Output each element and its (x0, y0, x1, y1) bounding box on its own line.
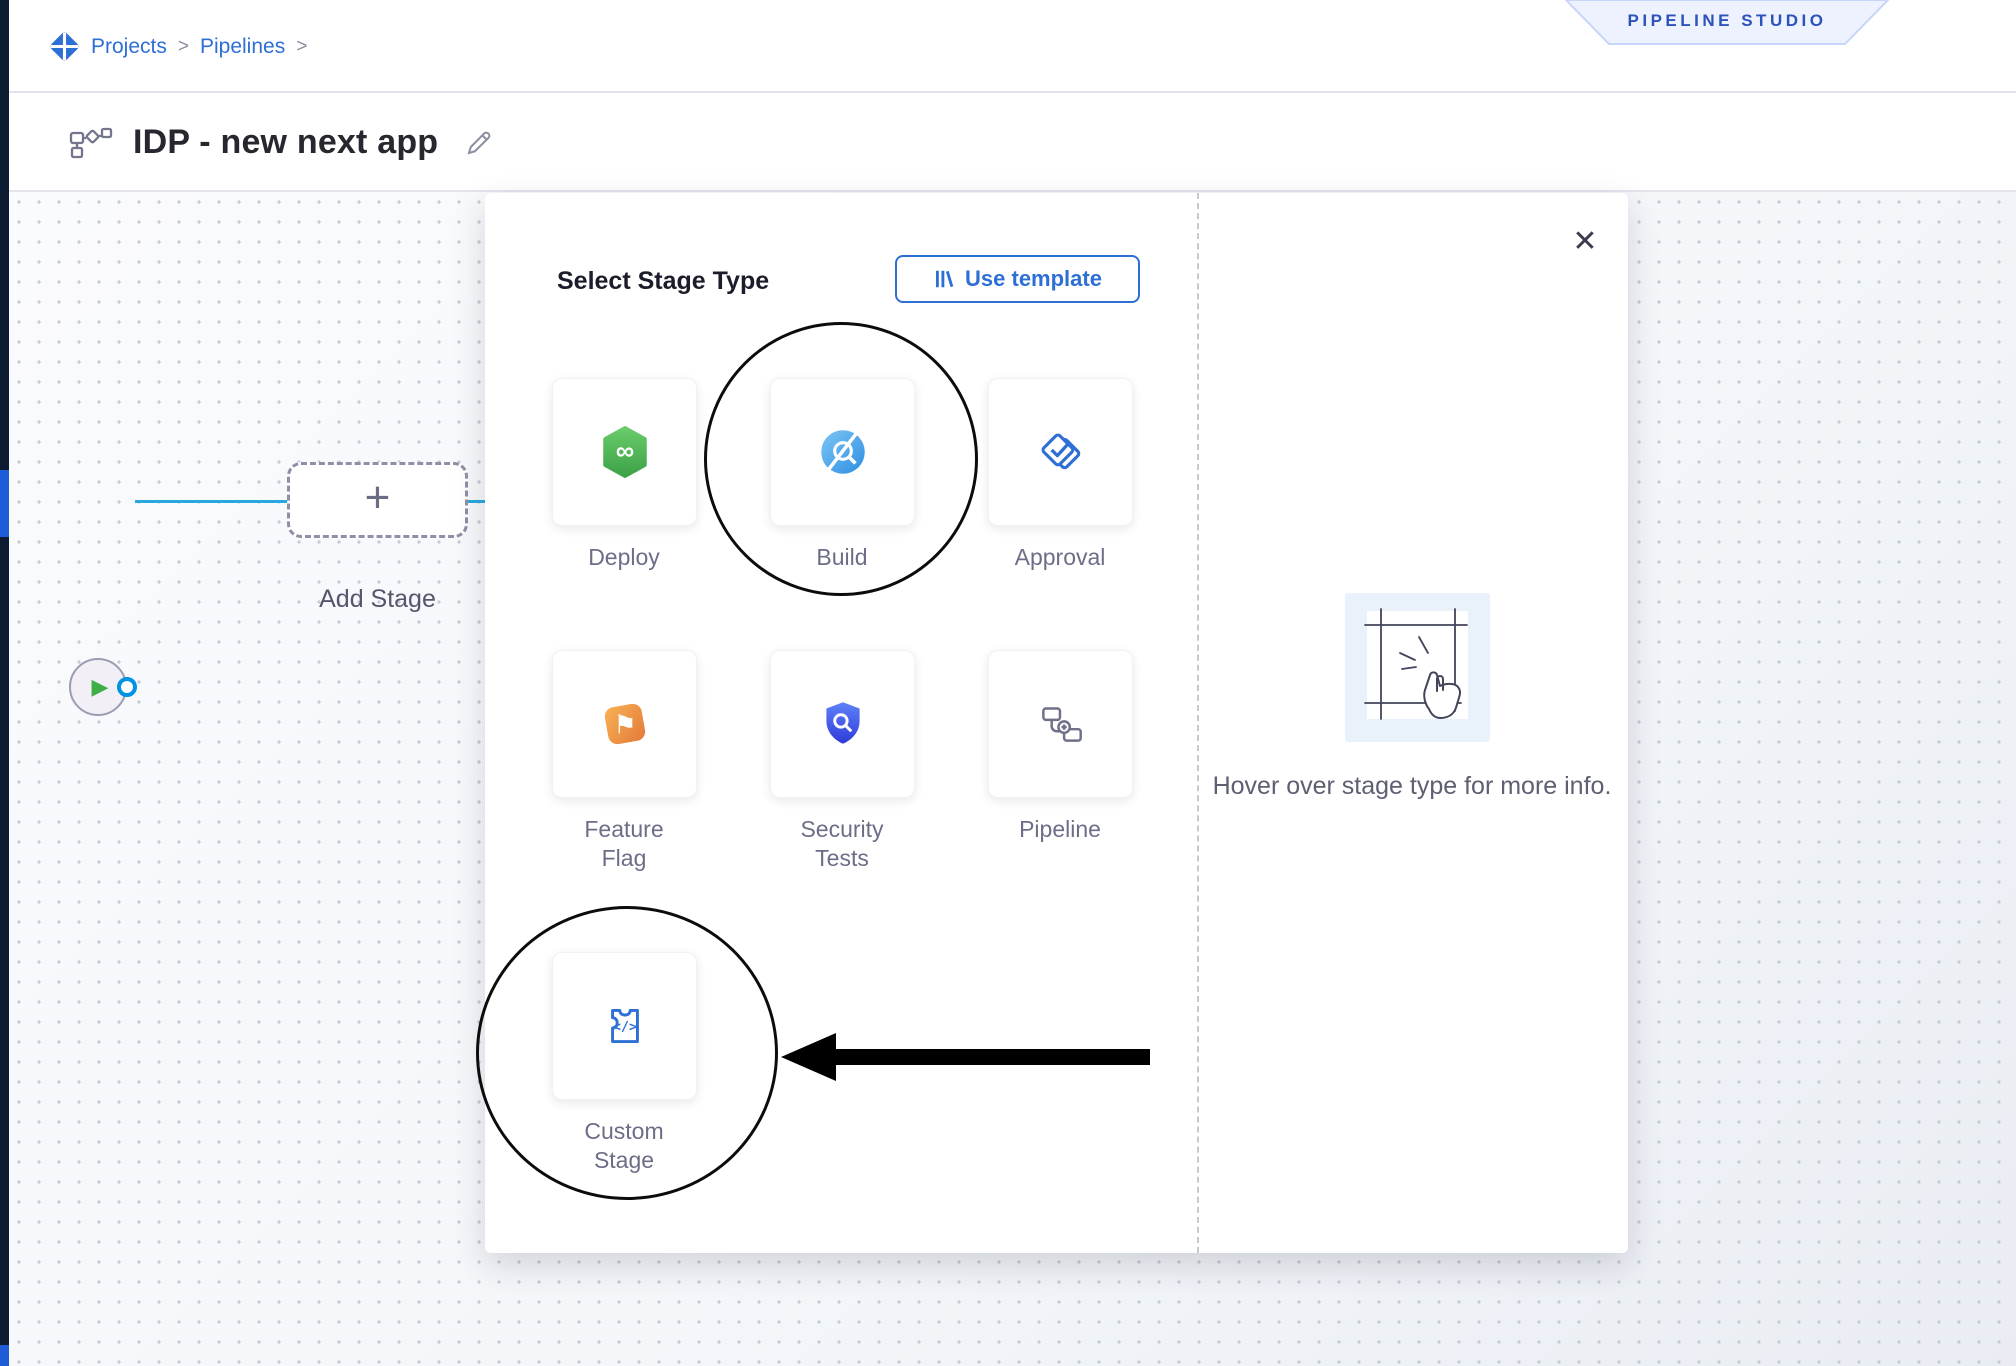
pipeline-studio-badge: PIPELINE STUDIO (1565, 0, 1889, 46)
left-edge-bar (0, 0, 9, 1366)
custom-stage-icon: </> (597, 998, 653, 1054)
panel-divider (1197, 193, 1199, 1253)
pipeline-edge (468, 500, 486, 503)
approval-stage-icon (1033, 424, 1089, 480)
stage-tile-label: Build (782, 543, 902, 572)
close-icon[interactable]: ✕ (1563, 219, 1607, 263)
feature-flag-stage-icon: ⚑ (597, 696, 653, 752)
deploy-stage-icon: ∞ (597, 424, 653, 480)
stage-tile-label: Custom Stage (564, 1117, 684, 1175)
code-glyph: </> (612, 1019, 636, 1035)
pipeline-edge (135, 500, 287, 503)
infinity-glyph: ∞ (615, 437, 633, 465)
pipeline-stage-icon (1033, 696, 1089, 752)
start-node-connector[interactable] (117, 677, 137, 697)
stage-tile-label: Pipeline (1000, 815, 1120, 844)
pipeline-studio-badge-label: PIPELINE STUDIO (1565, 0, 1889, 42)
plus-icon: + (365, 473, 391, 523)
breadcrumb-separator: > (296, 36, 307, 58)
stage-tile-label: Security Tests (782, 815, 902, 873)
title-bar: IDP - new next app (9, 93, 2016, 192)
stage-tile-label: Approval (1000, 543, 1120, 572)
add-stage-label: Add Stage (287, 585, 468, 614)
hover-hint-text: Hover over stage type for more info. (1212, 768, 1612, 804)
stage-tile-approval[interactable]: Approval (988, 378, 1148, 526)
stage-tile-deploy[interactable]: ∞ Deploy (552, 378, 712, 526)
pipeline-graph-icon (69, 126, 113, 160)
edit-title-icon[interactable] (464, 128, 494, 158)
stage-tile-build[interactable]: Build (770, 378, 930, 526)
left-edge-accent (0, 470, 9, 537)
breadcrumb: Projects > Pipelines > (49, 0, 307, 93)
breadcrumb-item-projects[interactable]: Projects (91, 35, 167, 59)
breadcrumb-separator: > (178, 36, 189, 58)
play-icon: ▶ (92, 674, 109, 700)
hover-hint-illustration (1345, 593, 1490, 742)
stage-tile-security-tests[interactable]: Security Tests (770, 650, 930, 798)
stage-tile-custom-stage[interactable]: </> Custom Stage (552, 952, 712, 1100)
panel-title: Select Stage Type (557, 267, 769, 296)
build-stage-icon (815, 424, 871, 480)
pipeline-studio-page: Projects > Pipelines > PIPELINE STUDIO (0, 0, 2016, 1366)
stage-tile-feature-flag[interactable]: ⚑ Feature Flag (552, 650, 712, 798)
stage-tile-pipeline[interactable]: Pipeline (988, 650, 1148, 798)
pipeline-title: IDP - new next app (133, 123, 438, 162)
stage-tile-label: Deploy (564, 543, 684, 572)
left-edge-accent-bottom (0, 1345, 9, 1366)
breadcrumb-item-pipelines[interactable]: Pipelines (200, 35, 285, 59)
use-template-button[interactable]: Use template (895, 255, 1140, 303)
add-stage-node[interactable]: + (287, 462, 468, 538)
flag-glyph: ⚑ (613, 711, 636, 739)
template-library-icon (933, 268, 955, 290)
stage-tile-label: Feature Flag (564, 815, 684, 873)
security-tests-stage-icon (815, 696, 871, 752)
use-template-label: Use template (965, 266, 1102, 292)
projects-logo-icon (49, 31, 80, 62)
select-stage-type-panel: Select Stage Type Use template ∞ (485, 193, 1628, 1253)
